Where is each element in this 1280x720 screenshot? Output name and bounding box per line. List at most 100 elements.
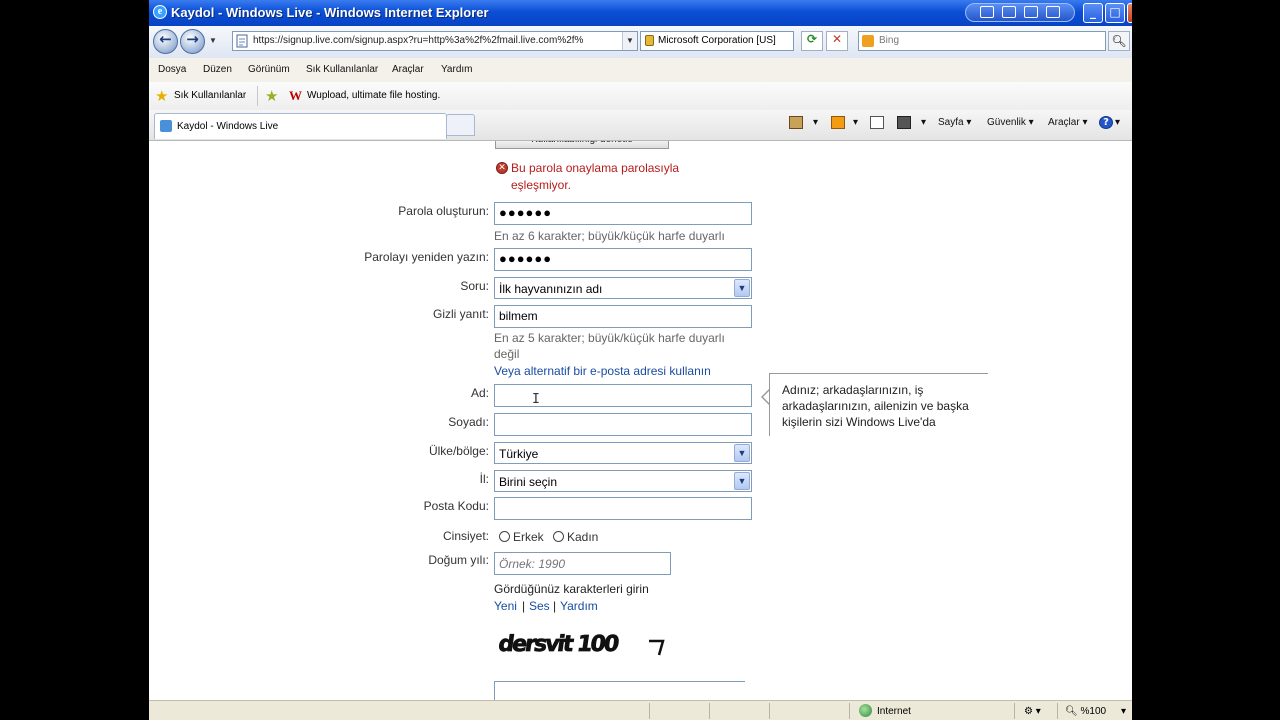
menu-tools[interactable]: Araçlar bbox=[392, 64, 424, 75]
captcha-input[interactable] bbox=[494, 681, 745, 700]
status-separator bbox=[1014, 703, 1015, 719]
captcha-separator: | bbox=[522, 599, 526, 613]
menu-edit[interactable]: Düzen bbox=[203, 64, 232, 75]
refresh-button[interactable]: ⟳ bbox=[801, 31, 823, 51]
check-availability-button[interactable]: Kullanılabilirliği denetle bbox=[495, 141, 669, 149]
page-menu[interactable]: Sayfa ▾ bbox=[938, 117, 971, 128]
menu-help[interactable]: Yardım bbox=[441, 64, 473, 75]
country-value: Türkiye bbox=[499, 447, 539, 461]
captcha-audio-link[interactable]: Ses bbox=[529, 599, 550, 613]
password-input[interactable]: ●●●●●● bbox=[494, 202, 752, 225]
captcha-help-link[interactable]: Yardım bbox=[560, 599, 598, 613]
page-menu-label: Sayfa bbox=[938, 117, 964, 128]
search-icon: 🔍︎ bbox=[1111, 34, 1127, 48]
alternate-email-link[interactable]: Veya alternatif bir e-posta adresi kulla… bbox=[494, 364, 711, 378]
minimize-button[interactable]: _ bbox=[1083, 3, 1103, 23]
home-dropdown-icon[interactable]: ▾ bbox=[813, 117, 818, 128]
maximize-button[interactable]: □ bbox=[1105, 3, 1125, 23]
address-dropdown-icon[interactable]: ▼ bbox=[622, 32, 637, 50]
address-bar[interactable]: https://signup.live.com/signup.aspx?ru=h… bbox=[232, 31, 638, 51]
page-content: Kullanılabilirliği denetle ✕ Bu parola o… bbox=[149, 141, 1132, 700]
zoom-button[interactable]: 🔍︎ %100 bbox=[1065, 706, 1106, 717]
security-zone: Internet bbox=[877, 706, 911, 717]
protected-mode-icon[interactable]: ⚙ ▾ bbox=[1024, 706, 1041, 717]
retype-password-input[interactable]: ●●●●●● bbox=[494, 248, 752, 271]
help-icon[interactable]: ? bbox=[1099, 116, 1113, 129]
gender-female-radio[interactable] bbox=[553, 531, 564, 542]
password-label: Parola oluşturun: bbox=[398, 204, 489, 218]
search-box[interactable]: Bing bbox=[858, 31, 1106, 51]
address-row: ← → ▼ https://signup.live.com/signup.asp… bbox=[149, 26, 1132, 59]
question-select[interactable]: İlk hayvanınızın adı ▼ bbox=[494, 277, 752, 299]
gender-label: Cinsiyet: bbox=[442, 529, 489, 543]
tools-menu[interactable]: Araçlar ▾ bbox=[1048, 117, 1088, 128]
gender-male-radio[interactable] bbox=[499, 531, 510, 542]
close-window-button[interactable]: ✕ bbox=[1127, 3, 1132, 23]
question-value: İlk hayvanınızın adı bbox=[499, 282, 603, 296]
add-favorite-icon[interactable]: ★ bbox=[265, 87, 278, 105]
chevron-down-icon[interactable]: ▼ bbox=[734, 472, 750, 490]
security-certificate[interactable]: Microsoft Corporation [US] bbox=[640, 31, 794, 51]
status-separator bbox=[649, 703, 650, 719]
retype-password-label: Parolayı yeniden yazın: bbox=[364, 250, 489, 264]
title-bar: e Kaydol - Windows Live - Windows Intern… bbox=[149, 0, 1132, 26]
search-button[interactable]: 🔍︎ bbox=[1108, 31, 1130, 51]
back-button[interactable]: ← bbox=[153, 29, 178, 54]
password-value: ●●●●●● bbox=[499, 205, 553, 220]
print-dropdown-icon[interactable]: ▾ bbox=[921, 117, 926, 128]
province-select[interactable]: Birini seçin ▼ bbox=[494, 470, 752, 492]
stop-button[interactable]: ✕ bbox=[826, 31, 848, 51]
menu-favorites[interactable]: Sık Kullanılanlar bbox=[306, 64, 378, 75]
gender-male-label[interactable]: Erkek bbox=[513, 530, 544, 544]
lock-icon bbox=[645, 35, 654, 46]
answer-hint-line2: değil bbox=[494, 347, 520, 361]
chevron-down-icon[interactable]: ▼ bbox=[734, 279, 750, 297]
rss-dropdown-icon[interactable]: ▾ bbox=[853, 117, 858, 128]
forward-arrow-icon: → bbox=[186, 30, 199, 48]
favorites-star-icon[interactable]: ★ bbox=[155, 87, 168, 105]
birth-year-label: Doğum yılı: bbox=[428, 553, 489, 567]
history-dropdown-icon[interactable]: ▼ bbox=[209, 36, 217, 45]
safety-menu[interactable]: Güvenlik ▾ bbox=[987, 117, 1034, 128]
secret-answer-input[interactable]: bilmem bbox=[494, 305, 752, 328]
menu-file[interactable]: Dosya bbox=[158, 64, 186, 75]
read-mail-icon[interactable] bbox=[870, 116, 884, 129]
menu-view[interactable]: Görünüm bbox=[248, 64, 290, 75]
wupload-logo-icon: W bbox=[289, 88, 302, 103]
extra-button-1[interactable] bbox=[980, 6, 994, 18]
error-message-line1: Bu parola onaylama parolasıyla bbox=[511, 161, 680, 175]
captcha-image: dersvit 100 bbox=[499, 631, 665, 657]
chevron-down-icon[interactable]: ▼ bbox=[734, 444, 750, 462]
tab-kaydol[interactable]: Kaydol - Windows Live bbox=[154, 113, 447, 139]
postal-code-input[interactable] bbox=[494, 497, 752, 520]
extra-button-2[interactable] bbox=[1002, 6, 1016, 18]
rss-feed-icon[interactable] bbox=[831, 116, 845, 129]
last-name-input[interactable] bbox=[494, 413, 752, 436]
new-tab-button[interactable] bbox=[446, 114, 475, 136]
window-extra-buttons[interactable] bbox=[965, 3, 1075, 22]
captcha-prompt: Gördüğünüz karakterleri girin bbox=[494, 582, 649, 596]
question-label: Soru: bbox=[460, 279, 489, 293]
help-dropdown-icon[interactable]: ▾ bbox=[1115, 117, 1120, 128]
url-text[interactable]: https://signup.live.com/signup.aspx?ru=h… bbox=[253, 35, 615, 46]
favorite-link-wupload[interactable]: Wupload, ultimate file hosting. bbox=[307, 90, 440, 101]
forward-button[interactable]: → bbox=[180, 29, 205, 54]
safety-menu-label: Güvenlik bbox=[987, 117, 1026, 128]
first-name-label: Ad: bbox=[470, 386, 489, 400]
back-arrow-icon: ← bbox=[159, 30, 172, 48]
favorites-button[interactable]: Sık Kullanılanlar bbox=[174, 90, 246, 101]
country-select[interactable]: Türkiye ▼ bbox=[494, 442, 752, 464]
postal-code-label: Posta Kodu: bbox=[423, 499, 489, 513]
birth-year-input[interactable] bbox=[494, 552, 671, 575]
extra-button-4[interactable] bbox=[1046, 6, 1060, 18]
zoom-dropdown-icon[interactable]: ▾ bbox=[1121, 706, 1126, 717]
captcha-new-link[interactable]: Yeni bbox=[494, 599, 517, 613]
print-icon[interactable] bbox=[897, 116, 911, 129]
tab-title: Kaydol - Windows Live bbox=[177, 121, 279, 132]
menu-bar: Dosya Düzen Görünüm Sık Kullanılanlar Ar… bbox=[149, 58, 1132, 83]
home-icon[interactable] bbox=[789, 116, 803, 129]
extra-button-3[interactable] bbox=[1024, 6, 1038, 18]
refresh-icon: ⟳ bbox=[806, 32, 818, 46]
gender-female-label[interactable]: Kadın bbox=[567, 530, 598, 544]
search-input[interactable]: Bing bbox=[879, 35, 899, 46]
